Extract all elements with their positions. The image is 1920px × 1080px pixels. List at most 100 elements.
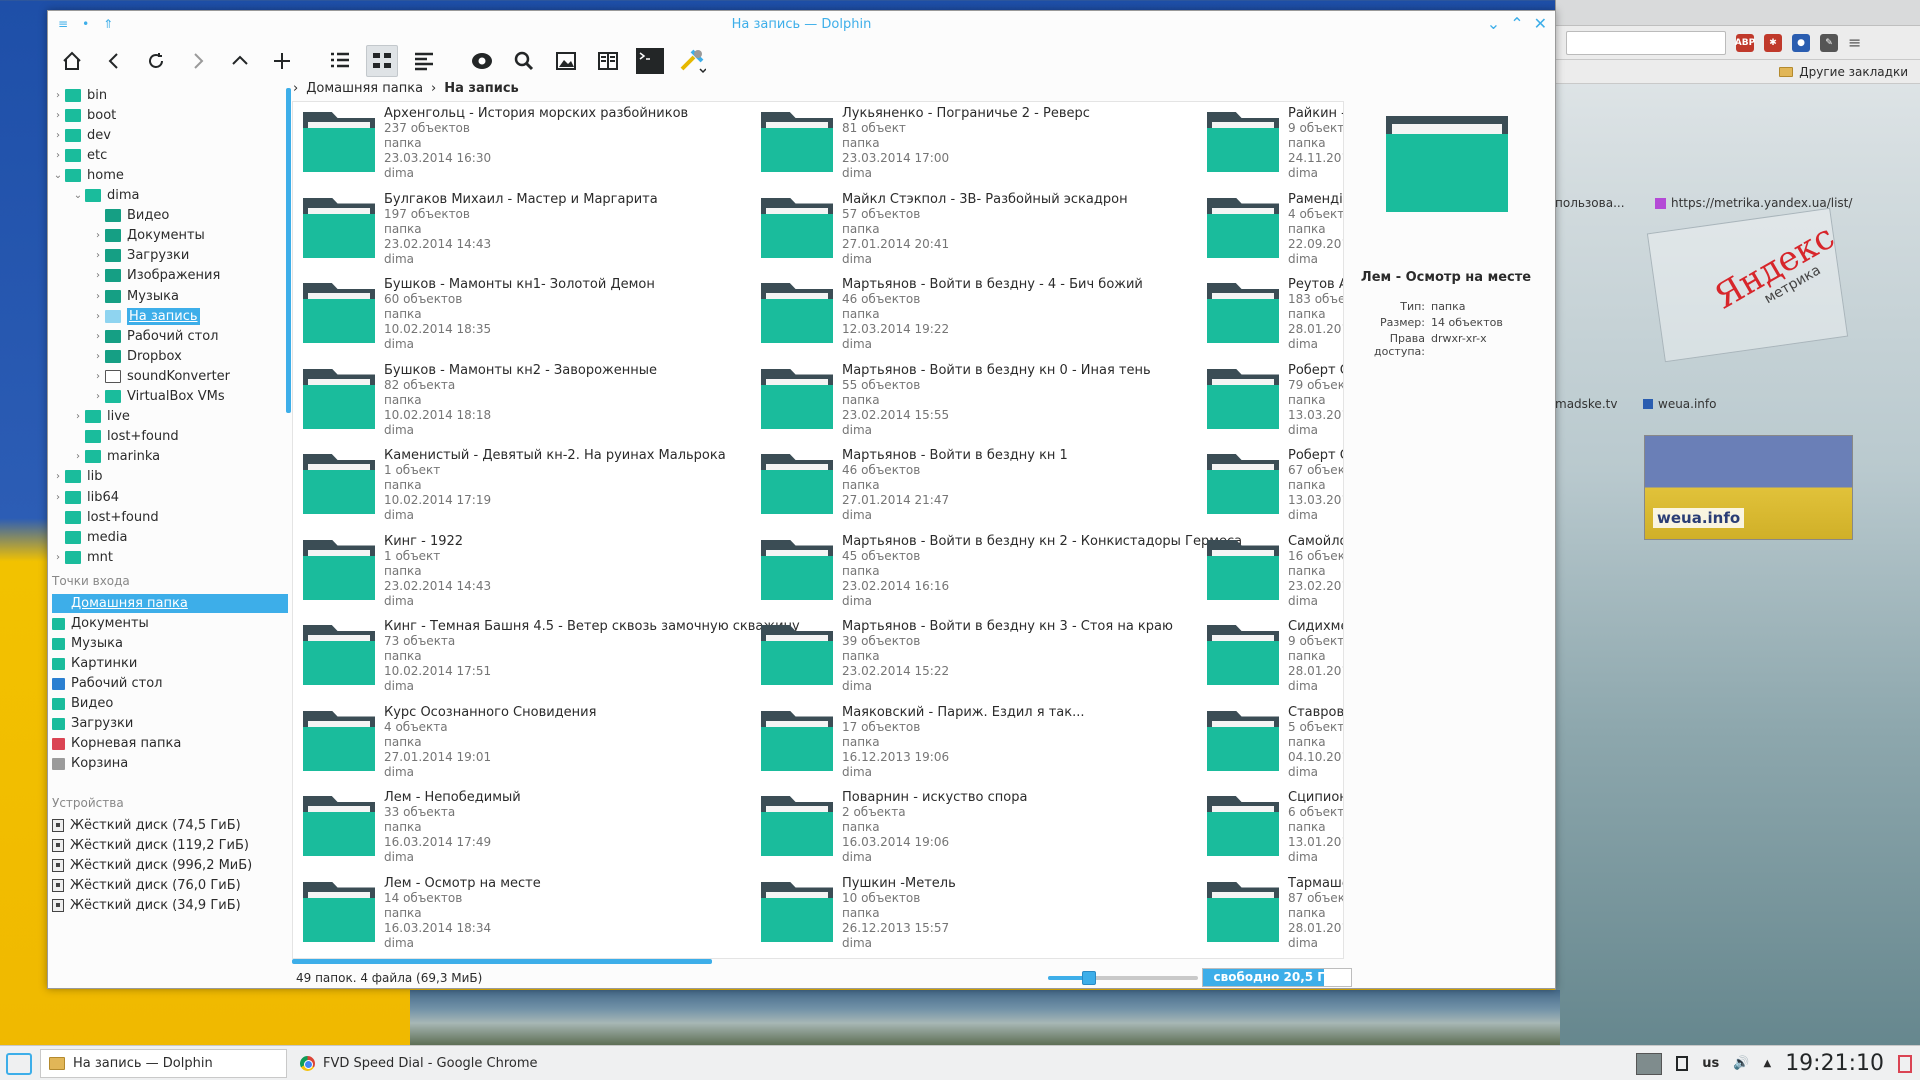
folder-item[interactable]: Ставров -5 объектпапка04.10.201dima xyxy=(1197,701,1343,785)
folder-item[interactable]: Рамендi 4 объект папка 22.09.201 dima xyxy=(1197,188,1343,272)
minimize-icon[interactable]: ⌄ xyxy=(1487,14,1500,33)
collapsed-arrow-icon[interactable]: › xyxy=(91,250,105,261)
place-item[interactable]: Рабочий стол xyxy=(52,674,288,693)
folder-item[interactable]: Реутов А 183 объе папка 28.01.201 dima xyxy=(1197,273,1343,357)
tree-item[interactable]: › lib64 xyxy=(51,487,119,507)
breadcrumb-current[interactable]: На запись xyxy=(444,81,519,96)
image-preview-button[interactable] xyxy=(550,45,582,77)
collapsed-arrow-icon[interactable]: › xyxy=(91,351,105,362)
folder-item[interactable]: Каменистый - Девятый кн-2. На руинах Мал… xyxy=(293,444,753,528)
folder-item[interactable]: Мартьянов - Войти в бездну кн 3 - Стоя н… xyxy=(751,615,1211,699)
view-details-button[interactable] xyxy=(408,45,440,77)
extension-icon[interactable]: ✎ xyxy=(1820,33,1838,52)
folder-item[interactable]: Кинг - Темная Башня 4.5 - Ветер сквозь з… xyxy=(293,615,800,699)
folder-item[interactable]: Лем - Осмотр на месте 14 объектов папка 16.… xyxy=(293,872,753,956)
tray-expand-icon[interactable]: ▲ xyxy=(1763,1058,1771,1069)
device-item[interactable]: Жёсткий диск (76,0 ГиБ) xyxy=(52,876,288,895)
tree-item[interactable]: › Загрузки xyxy=(91,246,189,266)
tree-item[interactable]: ⌄ home xyxy=(51,165,124,185)
tree-item[interactable]: lost+found xyxy=(51,507,159,527)
folder-item[interactable]: Тармаше 87 объек папка 28.01.201 dima xyxy=(1197,872,1343,956)
folder-item[interactable]: Лем - Непобедимый 33 объекта папка 16.03.20… xyxy=(293,786,753,870)
folder-item[interactable]: Пушкин -Метель 10 объектов папка 26.12.2013… xyxy=(751,872,1211,956)
tree-item[interactable]: media xyxy=(51,527,128,547)
folder-item[interactable]: Лукьяненко - Пограничье 2 - Реверс 81 объ… xyxy=(751,102,1211,186)
folder-item[interactable]: Самойло 16 объек папка 23.02.201 dima xyxy=(1197,530,1343,614)
settings-button[interactable] xyxy=(676,45,708,77)
new-folder-button[interactable] xyxy=(266,45,298,77)
tree-item[interactable]: › Музыка xyxy=(91,286,179,306)
speed-dial-tile-metrika[interactable]: Яндекс метрика xyxy=(1646,207,1849,363)
folder-item[interactable]: Маяковский - Париж. Ездил я так... 17 объ… xyxy=(751,701,1211,785)
tree-item[interactable]: › Изображения xyxy=(91,266,220,286)
folder-item[interactable]: Бушков - Мамонты кн2 - Завороженные 82 об… xyxy=(293,359,753,443)
place-item[interactable]: Документы xyxy=(52,614,288,633)
volume-icon[interactable]: 🔊 xyxy=(1733,1056,1749,1071)
preview-button[interactable] xyxy=(466,45,498,77)
split-view-button[interactable] xyxy=(592,45,624,77)
file-view[interactable]: Архенгольц - История морских разбойников… xyxy=(292,101,1344,959)
sidebar-scrollbar[interactable] xyxy=(286,88,291,413)
folder-item[interactable]: Булгаков Михаил - Мастер и Маргарита 197 … xyxy=(293,188,753,272)
horizontal-scrollbar[interactable] xyxy=(292,959,712,964)
search-button[interactable] xyxy=(508,45,540,77)
collapsed-arrow-icon[interactable]: › xyxy=(71,411,85,422)
task-chrome[interactable]: FVD Speed Dial - Google Chrome xyxy=(292,1049,552,1078)
tree-item[interactable]: › VirtualBox VMs xyxy=(91,387,225,407)
extension-icon[interactable]: ✱ xyxy=(1764,33,1782,52)
folder-item[interactable]: Сидихме 9 объект папка 28.01.201 dima xyxy=(1197,615,1343,699)
window-menu-icon[interactable]: ≡ xyxy=(58,17,68,31)
folder-item[interactable]: Мартьянов - Войти в бездну кн 2 - Конкис… xyxy=(751,530,1242,614)
tree-item[interactable]: › Документы xyxy=(91,226,205,246)
desktop-pager-icon[interactable] xyxy=(1636,1052,1663,1075)
place-item[interactable]: Домашняя папка xyxy=(52,594,288,613)
tree-item[interactable]: › marinka xyxy=(71,447,160,467)
folder-item[interactable]: Роберт С 79 объек папка 13.03.201 dima xyxy=(1197,359,1343,443)
keep-above-icon[interactable]: ⇑ xyxy=(103,17,113,31)
up-button[interactable] xyxy=(224,45,256,77)
folder-item[interactable]: Мартьянов - Войти в бездну - 4 - Бич бож… xyxy=(751,273,1211,357)
back-button[interactable] xyxy=(98,45,130,77)
collapsed-arrow-icon[interactable]: › xyxy=(51,110,65,121)
tree-item[interactable]: › Dropbox xyxy=(91,346,182,366)
folder-item[interactable]: Мартьянов - Войти в бездну кн 0 - Иная т… xyxy=(751,359,1211,443)
tree-item[interactable]: › live xyxy=(71,407,130,427)
collapsed-arrow-icon[interactable]: › xyxy=(51,471,65,482)
breadcrumb-home[interactable]: Домашняя папка xyxy=(306,81,423,96)
zoom-slider-handle[interactable] xyxy=(1081,971,1096,985)
application-launcher-button[interactable] xyxy=(6,1053,32,1075)
clipboard-icon[interactable] xyxy=(1676,1056,1689,1071)
forward-button[interactable] xyxy=(182,45,214,77)
extension-icon[interactable]: ● xyxy=(1792,33,1810,52)
place-item[interactable]: Видео xyxy=(52,694,288,713)
place-item[interactable]: Картинки xyxy=(52,654,288,673)
other-bookmarks[interactable]: Другие закладки xyxy=(1799,65,1908,79)
view-icons-button[interactable] xyxy=(366,45,398,77)
folder-item[interactable]: Сципион 6 объект папка 13.01.201 dima xyxy=(1197,786,1343,870)
speed-dial-label[interactable]: пользова... xyxy=(1555,196,1625,210)
folder-item[interactable]: Архенгольц - История морских разбойников… xyxy=(293,102,753,186)
tree-item[interactable]: ⌄ dima xyxy=(71,186,140,206)
adblock-icon[interactable]: ABP xyxy=(1735,33,1755,52)
folder-item[interactable]: Майкл Стэкпол - 3B- Разбойный эскадрон 57… xyxy=(751,188,1211,272)
collapsed-arrow-icon[interactable]: › xyxy=(91,291,105,302)
tree-item[interactable]: lost+found xyxy=(71,427,179,447)
device-item[interactable]: Жёсткий диск (74,5 ГиБ) xyxy=(52,816,288,835)
collapsed-arrow-icon[interactable]: › xyxy=(71,451,85,462)
clock[interactable]: 19:21:10 xyxy=(1785,1051,1884,1076)
folder-item[interactable]: Курс Осознанного Сновидения 4 объекта папк… xyxy=(293,701,753,785)
place-item[interactable]: Загрузки xyxy=(52,714,288,733)
expanded-arrow-icon[interactable]: ⌄ xyxy=(51,170,65,181)
window-titlebar[interactable]: ≡ • ⇑ На запись — Dolphin ⌄ ⌃ ✕ xyxy=(48,11,1555,38)
tree-item[interactable]: › dev xyxy=(51,125,111,145)
folder-item[interactable]: Бушков - Мамонты кн1- Золотой Демон 60 об… xyxy=(293,273,753,357)
collapsed-arrow-icon[interactable]: › xyxy=(91,311,105,322)
home-button[interactable] xyxy=(56,45,88,77)
collapsed-arrow-icon[interactable]: › xyxy=(91,230,105,241)
tree-item[interactable]: › lib xyxy=(51,467,102,487)
on-all-desktops-icon[interactable]: • xyxy=(82,17,89,31)
tree-item[interactable]: › etc xyxy=(51,145,107,165)
chrome-menu-icon[interactable]: ≡ xyxy=(1848,33,1861,52)
folder-item[interactable]: Поварнин - искуство спора 2 объекта папка 1… xyxy=(751,786,1211,870)
terminal-button[interactable] xyxy=(634,45,666,77)
